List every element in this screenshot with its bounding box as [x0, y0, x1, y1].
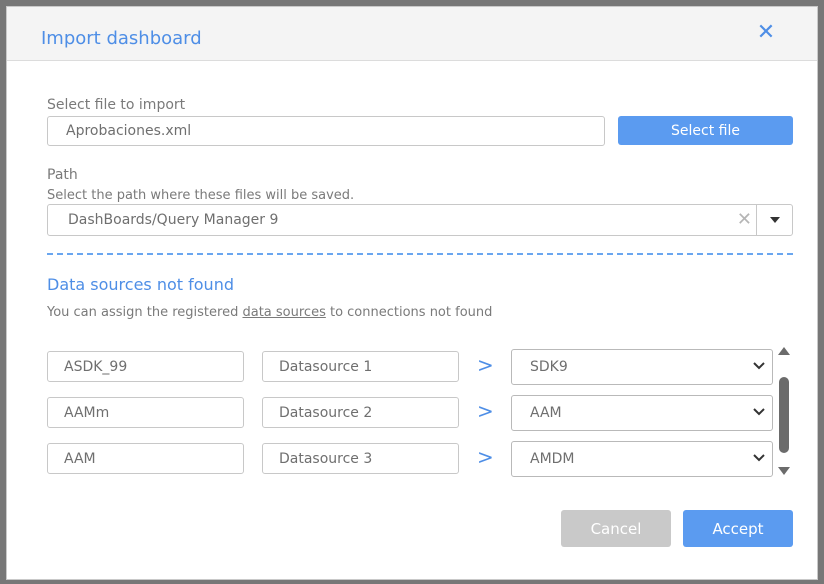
chevron-down-icon [753, 408, 765, 416]
chevron-right-icon: > [477, 445, 494, 469]
chevron-down-icon [753, 454, 765, 462]
connection-field[interactable]: ASDK_99 [47, 351, 244, 382]
path-select[interactable]: DashBoards/Query Manager 9 ✕ [47, 204, 793, 236]
chevron-right-icon: > [477, 353, 494, 377]
datasource-field[interactable]: Datasource 3 [262, 443, 459, 474]
file-name-value: Aprobaciones.xml [66, 123, 192, 139]
file-name-input[interactable]: Aprobaciones.xml [47, 116, 605, 146]
cancel-button[interactable]: Cancel [561, 510, 671, 547]
datasources-title: Data sources not found [47, 275, 234, 294]
scrollbar-thumb[interactable] [779, 377, 789, 453]
path-label: Path [47, 167, 78, 183]
data-sources-link[interactable]: data sources [242, 305, 325, 320]
path-value: DashBoards/Query Manager 9 [68, 212, 279, 228]
import-dashboard-dialog: Import dashboard ✕ Select file to import… [6, 6, 818, 580]
dialog-title: Import dashboard [41, 28, 202, 49]
dialog-header: Import dashboard ✕ [7, 7, 817, 61]
datasources-scrollbar[interactable] [777, 345, 791, 479]
datasource-select[interactable]: AAM [511, 395, 773, 431]
datasource-field[interactable]: Datasource 2 [262, 397, 459, 428]
datasources-description: You can assign the registered data sourc… [47, 305, 493, 320]
chevron-down-icon [753, 362, 765, 370]
connection-field[interactable]: AAM [47, 443, 244, 474]
caret-down-icon [769, 217, 780, 223]
path-description: Select the path where these files will b… [47, 188, 355, 203]
datasource-row: ASDK_99 Datasource 1 > SDK9 [47, 349, 777, 385]
scroll-up-icon[interactable] [778, 347, 790, 355]
datasource-select[interactable]: AMDM [511, 441, 773, 477]
select-file-button[interactable]: Select file [618, 116, 793, 145]
datasource-row: AAM Datasource 3 > AMDM [47, 441, 777, 477]
chevron-right-icon: > [477, 399, 494, 423]
select-file-label: Select file to import [47, 97, 186, 113]
datasource-select[interactable]: SDK9 [511, 349, 773, 385]
section-divider [47, 253, 793, 255]
path-dropdown-button[interactable] [756, 205, 792, 235]
datasource-row: AAMm Datasource 2 > AAM [47, 395, 777, 431]
datasource-field[interactable]: Datasource 1 [262, 351, 459, 382]
close-icon[interactable]: ✕ [755, 22, 777, 44]
scroll-down-icon[interactable] [778, 467, 790, 475]
connection-field[interactable]: AAMm [47, 397, 244, 428]
clear-icon[interactable]: ✕ [737, 209, 752, 230]
accept-button[interactable]: Accept [683, 510, 793, 547]
